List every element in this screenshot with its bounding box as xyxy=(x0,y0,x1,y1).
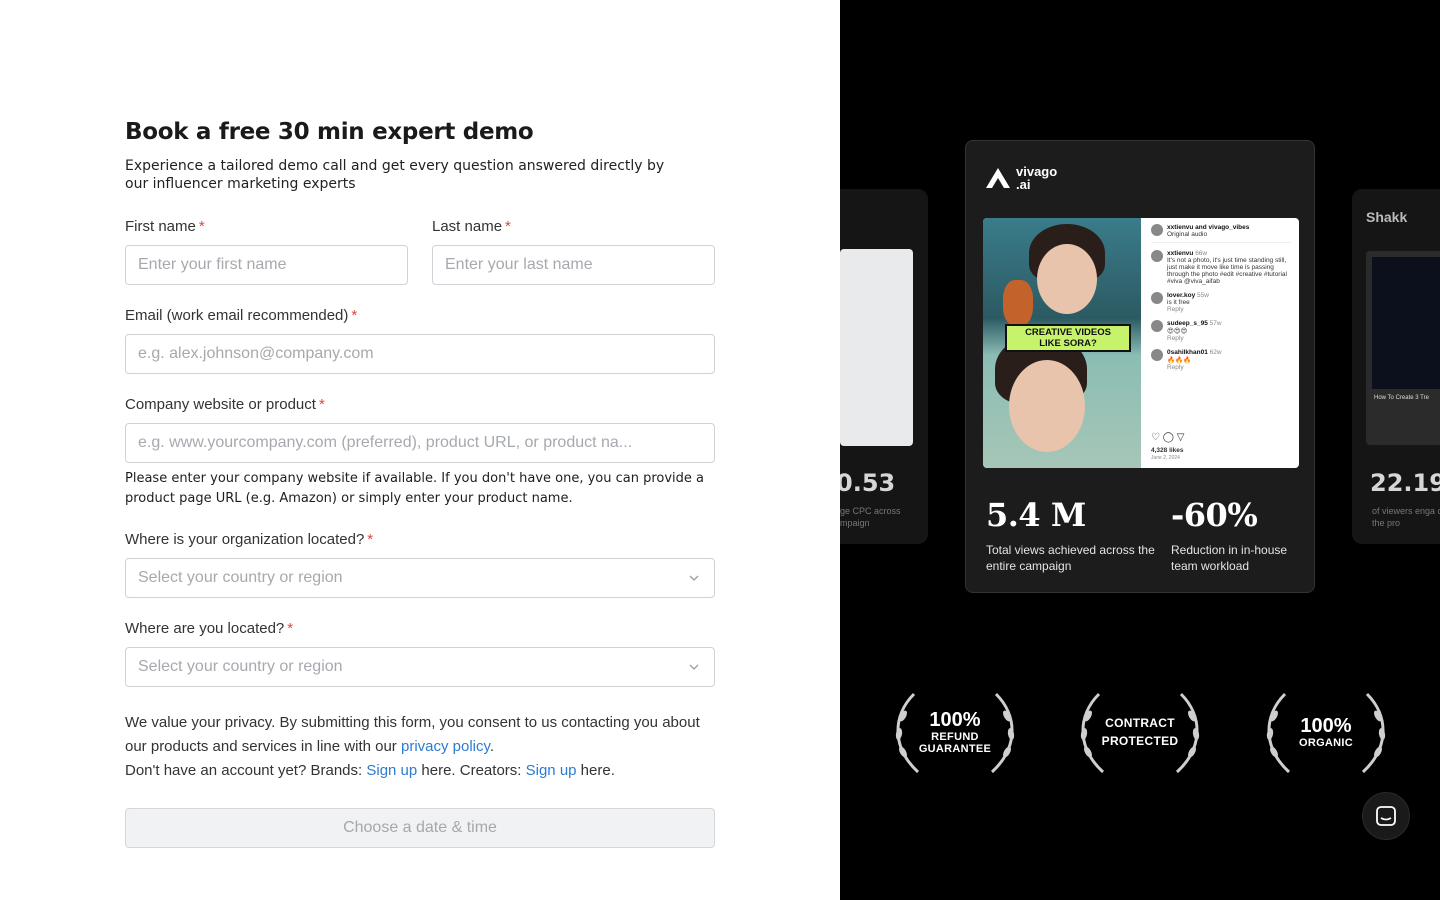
privacy-notice: We value your privacy. By submitting thi… xyxy=(125,714,700,779)
last-name-label: Last name * xyxy=(432,218,511,235)
creators-signup-link[interactable]: Sign up xyxy=(526,762,577,779)
avatar xyxy=(1151,320,1163,332)
your-location-label: Where are you located? * xyxy=(125,620,294,637)
avatar xyxy=(1151,250,1163,262)
stat-workload: -60% Reduction in in-house team workload xyxy=(1171,496,1288,573)
case-study-card-right: Shakk How To Create 3 Tre 22.19 of viewe… xyxy=(1352,189,1440,544)
your-location-select[interactable]: Select your country or region xyxy=(125,647,715,687)
booking-panel: Book a free 30 min expert demo Experienc… xyxy=(0,0,840,900)
first-name-input[interactable]: Enter your first name xyxy=(125,245,408,285)
website-label: Company website or product * xyxy=(125,396,325,413)
vivago-logo: vivago .ai xyxy=(984,165,1057,191)
vivago-logo-icon xyxy=(986,168,1010,188)
post-likes: 4,328 likes June 2, 2024 xyxy=(1151,447,1184,461)
video-thumbnail: How To Create 3 Tre xyxy=(1366,251,1440,445)
brands-signup-link[interactable]: Sign up xyxy=(366,762,417,779)
post-thumbnail xyxy=(840,249,913,446)
website-hint: Please enter your company website if ava… xyxy=(125,471,705,506)
chevron-down-icon xyxy=(689,575,699,581)
choose-date-time-button[interactable]: Choose a date & time xyxy=(125,808,715,848)
org-location-field: Where is your organization located? * Sel… xyxy=(125,530,715,598)
website-field: Company website or product * e.g. www.you… xyxy=(125,395,715,509)
first-name-field: First name * Enter your first name xyxy=(125,217,408,285)
email-field: Email (work email recommended) * e.g. ale… xyxy=(125,306,715,374)
org-location-select[interactable]: Select your country or region xyxy=(125,558,715,598)
case-study-card: vivago .ai CREATIVE VIDEOS LIKE SORA? xx xyxy=(965,140,1315,593)
email-label: Email (work email recommended) * xyxy=(125,307,358,324)
post-photo: CREATIVE VIDEOS LIKE SORA? xyxy=(983,218,1141,468)
org-location-label: Where is your organization located? * xyxy=(125,531,374,548)
page-subtitle: Experience a tailored demo call and get … xyxy=(125,158,665,192)
avatar xyxy=(1151,224,1163,236)
chat-launcher-button[interactable] xyxy=(1362,792,1410,840)
first-name-label: First name * xyxy=(125,218,205,235)
side-desc-right: of viewers enga clicking the pro xyxy=(1372,506,1440,528)
organic-badge: 100% ORGANIC xyxy=(1261,686,1391,778)
email-input[interactable]: e.g. alex.johnson@company.com xyxy=(125,334,715,374)
privacy-policy-link[interactable]: privacy policy xyxy=(401,738,490,755)
side-brand-right: Shakk xyxy=(1366,209,1408,225)
chevron-down-icon xyxy=(689,664,699,670)
post-actions: ♡ ◯ ▽ xyxy=(1151,432,1185,443)
showcase-panel: 0.53 ge CPC across mpaign Shakk How To C… xyxy=(840,0,1440,900)
post-comments: xxtienvu and vivago_vibes Original audio … xyxy=(1143,218,1299,468)
your-location-field: Where are you located? * Select your coun… xyxy=(125,619,715,687)
avatar xyxy=(1151,292,1163,304)
last-name-field: Last name * Enter your last name xyxy=(432,217,715,285)
case-study-card-left: 0.53 ge CPC across mpaign xyxy=(840,189,928,544)
avatar xyxy=(1151,349,1163,361)
side-stat-left: 0.53 xyxy=(840,469,896,497)
page-title: Book a free 30 min expert demo xyxy=(125,119,534,145)
side-desc-left: ge CPC across mpaign xyxy=(840,506,901,528)
sora-ribbon: CREATIVE VIDEOS LIKE SORA? xyxy=(1005,324,1131,352)
chat-icon xyxy=(1376,806,1396,826)
contract-protected-badge: CONTRACT PROTECTED xyxy=(1075,686,1205,778)
video-title: How To Create 3 Tre xyxy=(1374,395,1429,401)
demo-form: Book a free 30 min expert demo Experienc… xyxy=(125,118,715,848)
last-name-input[interactable]: Enter your last name xyxy=(432,245,715,285)
side-stat-right: 22.19 xyxy=(1370,469,1440,497)
instagram-post: CREATIVE VIDEOS LIKE SORA? xxtienvu and … xyxy=(983,218,1299,468)
stat-views: 5.4 M Total views achieved across the en… xyxy=(986,496,1155,573)
video-frame xyxy=(1372,257,1440,389)
website-input[interactable]: e.g. www.yourcompany.com (preferred), pr… xyxy=(125,423,715,463)
refund-guarantee-badge: 100% REFUND GUARANTEE xyxy=(890,686,1020,778)
